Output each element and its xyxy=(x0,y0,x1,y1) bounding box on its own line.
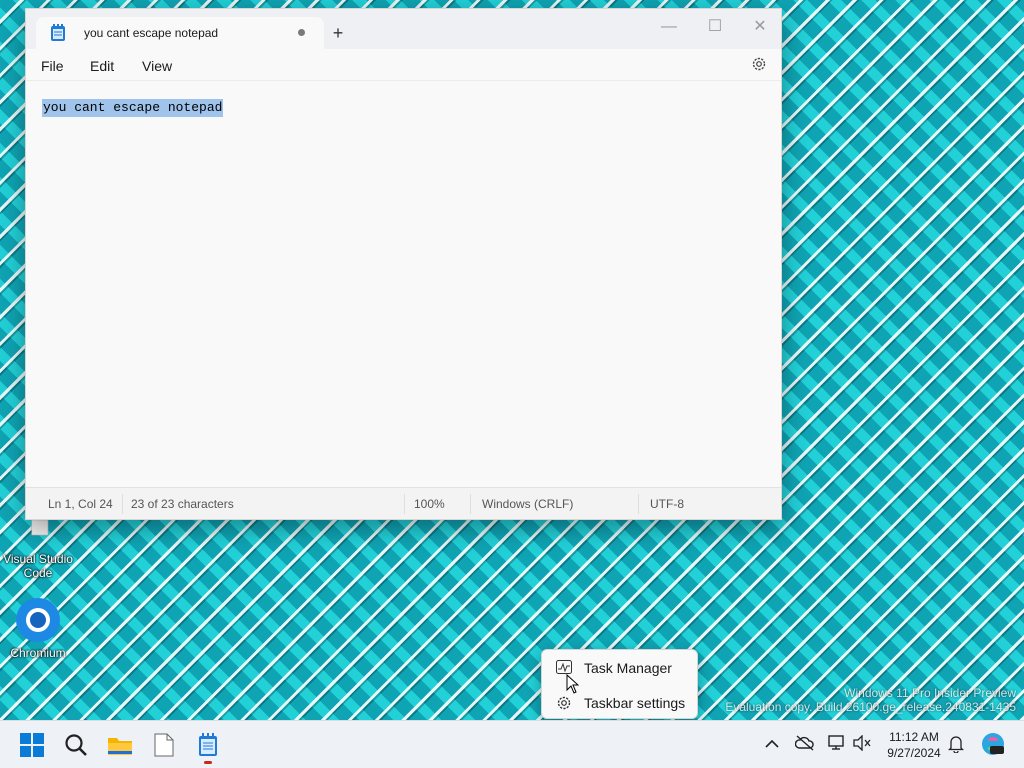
notification-bell-icon[interactable] xyxy=(948,735,964,753)
notepad-icon xyxy=(51,24,65,41)
new-tab-button[interactable]: + xyxy=(326,21,350,45)
onedrive-offline-icon[interactable] xyxy=(795,735,815,751)
clock-date: 9/27/2024 xyxy=(887,746,941,760)
chevron-up-icon[interactable] xyxy=(765,739,779,749)
windows-logo-icon xyxy=(20,733,44,757)
chromium-icon xyxy=(16,598,60,642)
menu-view[interactable]: View xyxy=(142,58,172,74)
status-divider xyxy=(470,494,471,514)
status-bar: Ln 1, Col 24 23 of 23 characters 100% Wi… xyxy=(26,487,781,519)
gear-icon xyxy=(557,696,571,710)
status-position: Ln 1, Col 24 xyxy=(48,497,113,511)
menu-item-label: Task Manager xyxy=(584,660,672,676)
mouse-cursor-icon xyxy=(566,674,579,694)
search-icon xyxy=(65,734,87,756)
status-divider xyxy=(122,494,123,514)
status-divider xyxy=(638,494,639,514)
file-explorer-button[interactable] xyxy=(102,729,138,761)
notepad-taskbar-button[interactable] xyxy=(190,729,226,761)
menu-edit[interactable]: Edit xyxy=(90,58,114,74)
menu-bar: File Edit View xyxy=(26,49,781,81)
desktop-icon-chromium[interactable]: Chromium xyxy=(2,596,74,660)
clock-time: 11:12 AM xyxy=(889,730,939,744)
status-encoding[interactable]: UTF-8 xyxy=(650,497,684,511)
start-button[interactable] xyxy=(14,729,50,761)
tab-document[interactable]: you cant escape notepad xyxy=(36,17,324,49)
notepad-window: you cant escape notepad + — ☐ ✕ File Edi… xyxy=(25,8,782,520)
desktop-icon-label: Chromium xyxy=(10,646,66,660)
settings-gear-icon[interactable] xyxy=(751,56,767,72)
title-bar[interactable]: you cant escape notepad + — ☐ ✕ xyxy=(26,9,781,49)
unsaved-dot-icon[interactable] xyxy=(298,29,305,36)
maximize-button[interactable]: ☐ xyxy=(692,11,738,43)
search-button[interactable] xyxy=(58,729,94,761)
folder-icon xyxy=(108,738,132,755)
status-line-ending[interactable]: Windows (CRLF) xyxy=(482,497,573,511)
selected-text[interactable]: you cant escape notepad xyxy=(42,99,224,117)
blank-file-button[interactable] xyxy=(146,729,182,761)
taskbar-context-menu: Task Manager Taskbar settings xyxy=(541,649,698,719)
text-editor[interactable]: you cant escape notepad xyxy=(26,82,781,487)
tab-title: you cant escape notepad xyxy=(84,26,219,40)
notepad-icon xyxy=(199,733,217,756)
status-zoom[interactable]: 100% xyxy=(414,497,445,511)
watermark-line2: Evaluation copy. Build 26100.ge_release.… xyxy=(725,700,1016,714)
menu-file[interactable]: File xyxy=(41,58,64,74)
desktop-icon-vscode[interactable]: Visual Studio Code xyxy=(2,520,74,580)
menu-item-label: Taskbar settings xyxy=(584,695,686,711)
status-divider xyxy=(404,494,405,514)
close-button[interactable]: ✕ xyxy=(737,11,783,43)
watermark-line1: Windows 11 Pro Insider Preview xyxy=(844,686,1016,700)
taskbar: 11:12 AM 9/27/2024 xyxy=(0,720,1024,768)
file-icon xyxy=(154,733,174,757)
display-icon[interactable] xyxy=(828,735,846,751)
status-characters: 23 of 23 characters xyxy=(131,497,234,511)
copilot-pre-icon[interactable] xyxy=(981,732,1005,756)
volume-muted-icon[interactable] xyxy=(853,735,871,751)
minimize-button[interactable]: — xyxy=(646,11,692,43)
vscode-icon xyxy=(31,520,49,536)
active-app-indicator xyxy=(204,761,212,764)
watermark: Windows 11 Pro Insider Preview Evaluatio… xyxy=(725,686,1016,714)
task-manager-icon xyxy=(556,660,572,674)
desktop-icon-label: Visual Studio Code xyxy=(3,552,73,580)
clock[interactable]: 11:12 AM 9/27/2024 xyxy=(880,729,948,761)
